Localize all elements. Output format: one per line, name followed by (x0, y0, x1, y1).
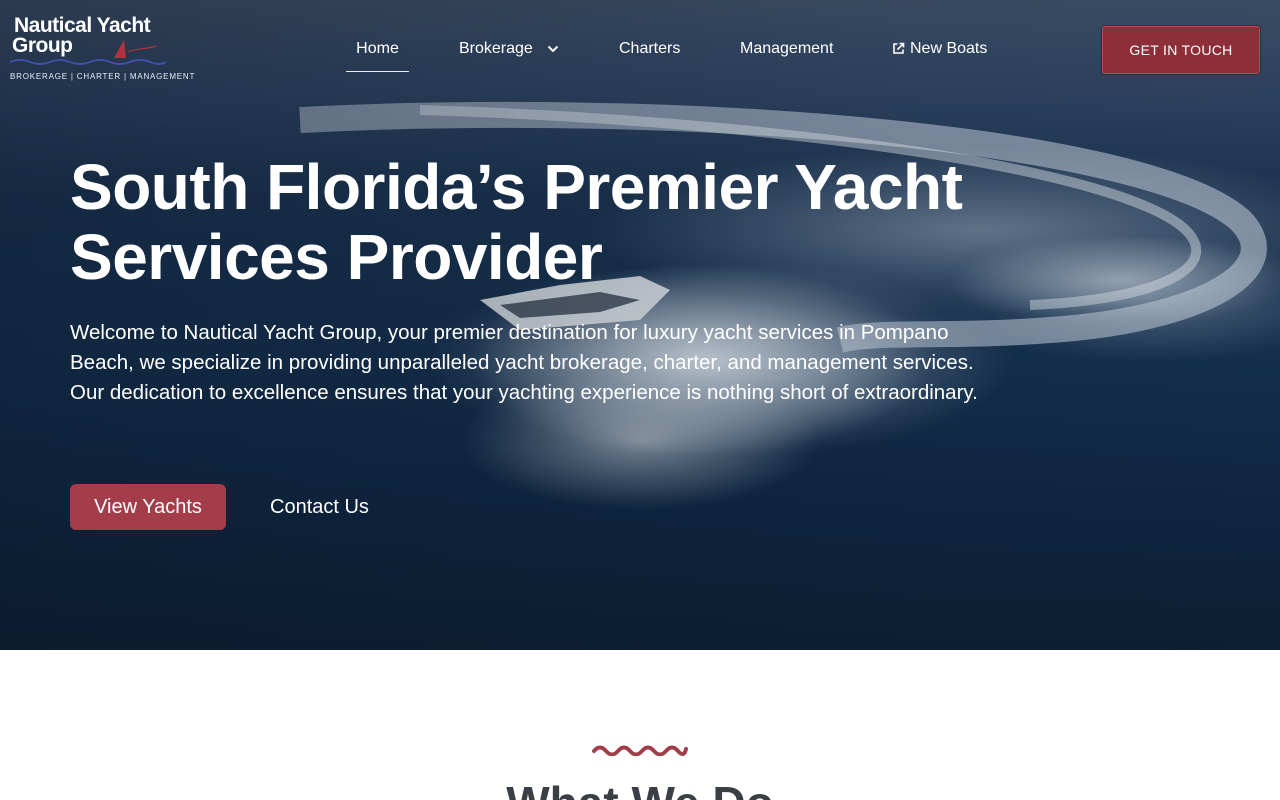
external-link-icon (893, 42, 905, 55)
hero-title: South Florida’s Premier Yacht Services P… (70, 151, 963, 293)
nav-item-management[interactable]: Management (740, 30, 833, 72)
logo-tagline: BROKERAGE | CHARTER | MANAGEMENT (10, 72, 196, 81)
view-yachts-button[interactable]: View Yachts (70, 484, 226, 530)
site-header: Nautical Yacht Group BROKERAGE | CHARTER… (0, 0, 1280, 108)
nav-item-label: Charters (619, 40, 681, 57)
contact-us-link[interactable]: Contact Us (270, 484, 369, 530)
nav-item-charters[interactable]: Charters (619, 30, 680, 72)
nav-item-new-boats[interactable]: New Boats (892, 30, 987, 72)
nav-item-label: Management (740, 40, 834, 57)
nav-item-label: Home (356, 40, 399, 57)
nav-item-home[interactable]: Home (346, 30, 409, 72)
logo-text-line2: Group (12, 34, 73, 57)
section-title: What We Do (0, 776, 1280, 800)
nav-item-label: Brokerage (459, 40, 533, 57)
sail-icon (114, 40, 157, 58)
what-we-do-section: What We Do (0, 650, 1280, 800)
nav-item-brokerage[interactable]: Brokerage (459, 30, 559, 72)
hero-description: Welcome to Nautical Yacht Group, your pr… (70, 321, 978, 404)
site-logo[interactable]: Nautical Yacht Group BROKERAGE | CHARTER… (10, 14, 194, 86)
nav-item-label: New Boats (910, 40, 988, 57)
chevron-down-icon (548, 45, 559, 53)
get-in-touch-button[interactable]: GET IN TOUCH (1102, 26, 1260, 74)
logo-wave-icon (10, 59, 166, 65)
wave-squiggle-icon (592, 745, 688, 756)
